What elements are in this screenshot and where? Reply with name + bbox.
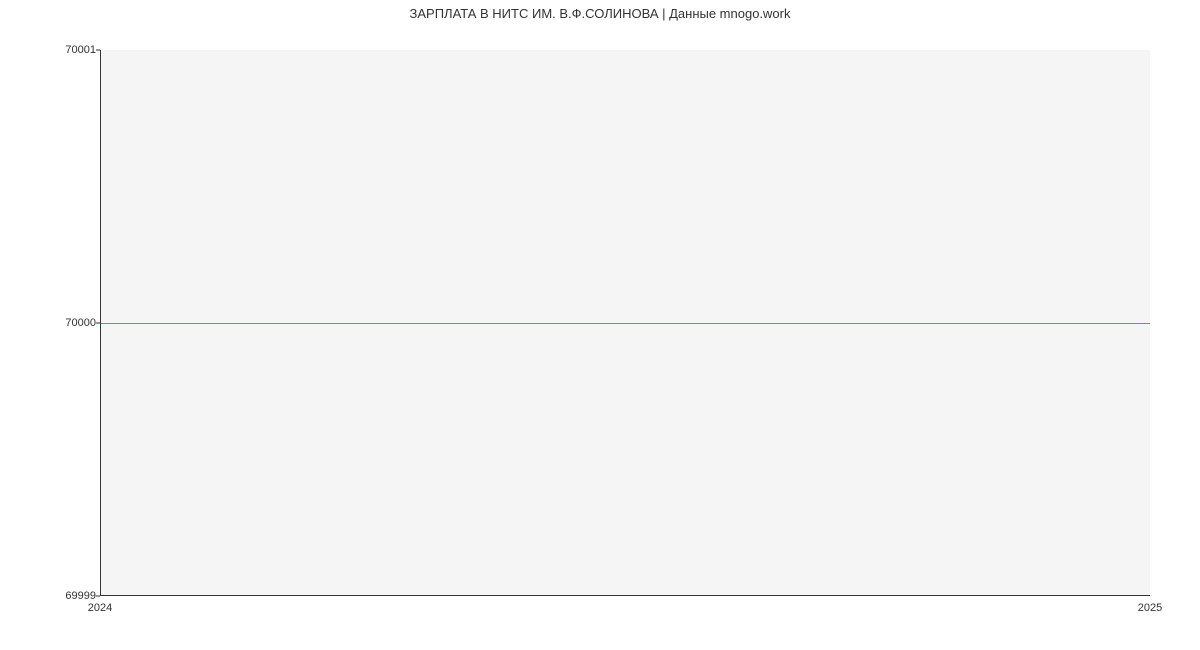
chart-container: ЗАРПЛАТА В НИТС ИМ. В.Ф.СОЛИНОВА | Данны…: [0, 0, 1200, 650]
plot-area: [100, 50, 1150, 596]
x-tick-label: 2025: [1138, 602, 1162, 614]
data-line: [101, 323, 1150, 324]
y-tick-label: 70000: [6, 317, 96, 329]
y-tick-label: 69999: [6, 590, 96, 602]
chart-title: ЗАРПЛАТА В НИТС ИМ. В.Ф.СОЛИНОВА | Данны…: [0, 6, 1200, 21]
y-tick-label: 70001: [6, 44, 96, 56]
x-tick-label: 2024: [88, 602, 112, 614]
